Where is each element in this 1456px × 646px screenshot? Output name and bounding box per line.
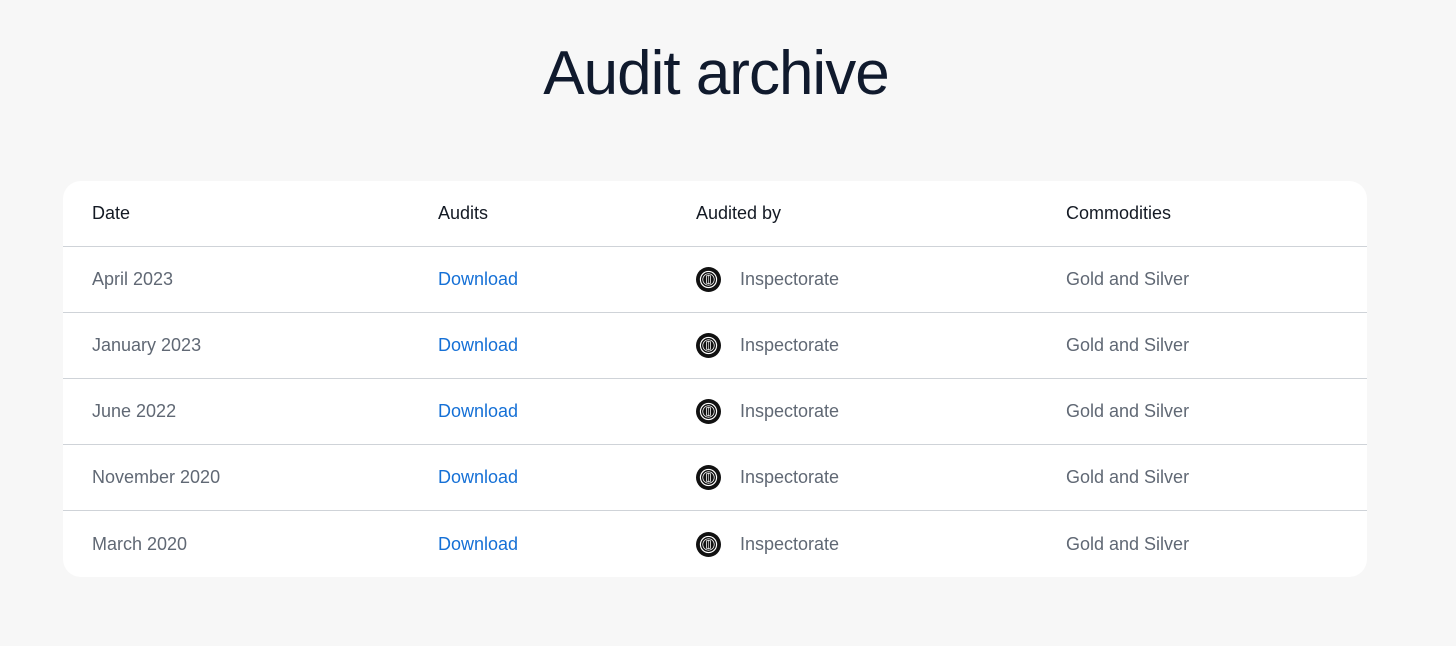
row-commodities: Gold and Silver — [1066, 401, 1190, 421]
download-audit-link[interactable]: Download — [438, 467, 518, 488]
table-header-row: Date Audits Audited by Commodities — [63, 181, 1367, 247]
column-header-audits: Audits — [438, 203, 489, 223]
row-commodities: Gold and Silver — [1066, 269, 1190, 289]
row-commodities: Gold and Silver — [1066, 533, 1190, 554]
inspectorate-seal-icon — [696, 267, 721, 292]
column-header-audited-by: Audited by — [696, 203, 782, 223]
column-header-date: Date — [92, 203, 131, 223]
page-title: Audit archive — [543, 39, 889, 108]
auditor-name: Inspectorate — [740, 401, 840, 421]
table-row: April 2023 Download Inspectorate Gold an… — [63, 247, 1367, 313]
inspectorate-seal-icon — [696, 399, 721, 424]
row-date: June 2022 — [92, 401, 177, 421]
download-audit-link[interactable]: Download — [438, 269, 518, 290]
download-audit-link[interactable]: Download — [438, 335, 518, 356]
audit-archive-table: Date Audits Audited by Commodities April… — [63, 181, 1367, 577]
auditor-name: Inspectorate — [740, 269, 840, 289]
inspectorate-seal-icon — [696, 531, 721, 557]
inspectorate-seal-icon — [696, 333, 721, 358]
column-header-commodities: Commodities — [1066, 203, 1172, 223]
row-date: March 2020 — [92, 533, 188, 554]
row-commodities: Gold and Silver — [1066, 467, 1190, 487]
auditor-name: Inspectorate — [740, 467, 840, 487]
row-commodities: Gold and Silver — [1066, 335, 1190, 355]
download-audit-link[interactable]: Download — [438, 401, 518, 422]
auditor-name: Inspectorate — [740, 335, 840, 355]
download-audit-link[interactable]: Download — [438, 534, 518, 555]
table-row: January 2023 Download Inspectorate Gold … — [63, 313, 1367, 379]
table-row: June 2022 Download Inspectorate Gold and… — [63, 379, 1367, 445]
row-date: November 2020 — [92, 467, 221, 487]
table-row: March 2020 Download Inspectorate Gold an… — [63, 511, 1367, 577]
table-row: November 2020 Download Inspectorate Gold… — [63, 445, 1367, 511]
row-date: January 2023 — [92, 335, 202, 355]
inspectorate-seal-icon — [696, 465, 721, 490]
row-date: April 2023 — [92, 269, 174, 289]
auditor-name: Inspectorate — [740, 533, 840, 554]
